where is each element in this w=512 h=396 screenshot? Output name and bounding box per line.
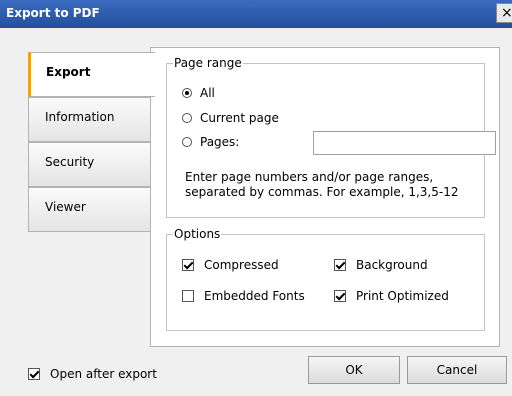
print-optimized-checkbox[interactable]: Print Optimized [334,289,449,303]
embedded-fonts-checkbox[interactable]: Embedded Fonts [182,289,305,303]
radio-button[interactable] [182,113,192,123]
ok-button[interactable]: OK [308,356,400,384]
tab-label: Security [45,155,95,169]
open-after-export-checkbox[interactable]: Open after export [28,367,157,381]
radio-label: All [200,86,215,100]
tab-viewer[interactable]: Viewer [28,187,152,232]
cancel-button[interactable]: Cancel [407,356,507,384]
checkbox[interactable] [28,368,40,380]
options-group: Options Compressed Background Embedded F… [166,227,485,331]
checkbox-label: Open after export [50,367,157,381]
radio-pages[interactable]: Pages: [182,135,239,149]
export-panel: Page range All Current page Pages: Enter… [150,47,500,347]
checkbox-label: Embedded Fonts [204,289,305,303]
window-title: Export to PDF [6,6,100,20]
close-button[interactable]: × [496,3,512,23]
radio-all[interactable]: All [182,86,215,100]
pages-input[interactable] [313,131,496,155]
tab-information[interactable]: Information [28,97,152,142]
hint-line: Enter page numbers and/or page ranges, [185,170,434,184]
radio-label: Current page [200,111,279,125]
page-range-legend: Page range [173,56,243,70]
checkbox[interactable] [182,259,194,271]
radio-button[interactable] [182,137,192,147]
title-bar: Export to PDF × [0,0,512,28]
tab-security[interactable]: Security [28,142,152,187]
tab-label: Export [46,65,91,79]
checkbox[interactable] [182,290,194,302]
background-checkbox[interactable]: Background [334,258,428,272]
tab-label: Viewer [45,200,86,214]
options-legend: Options [173,227,222,241]
hint-line: separated by commas. For example, 1,3,5-… [185,185,459,199]
checkbox[interactable] [334,290,346,302]
radio-label: Pages: [200,135,240,149]
page-range-hint: Enter page numbers and/or page ranges, s… [185,170,485,200]
tab-export[interactable]: Export [28,52,155,97]
tab-label: Information [45,110,115,124]
checkbox-label: Compressed [204,258,279,272]
checkbox-label: Background [356,258,428,272]
radio-button[interactable] [182,88,192,98]
page-range-group: Page range All Current page Pages: Enter… [166,56,496,218]
radio-current-page[interactable]: Current page [182,111,279,125]
checkbox-label: Print Optimized [356,289,449,303]
compressed-checkbox[interactable]: Compressed [182,258,279,272]
checkbox[interactable] [334,259,346,271]
